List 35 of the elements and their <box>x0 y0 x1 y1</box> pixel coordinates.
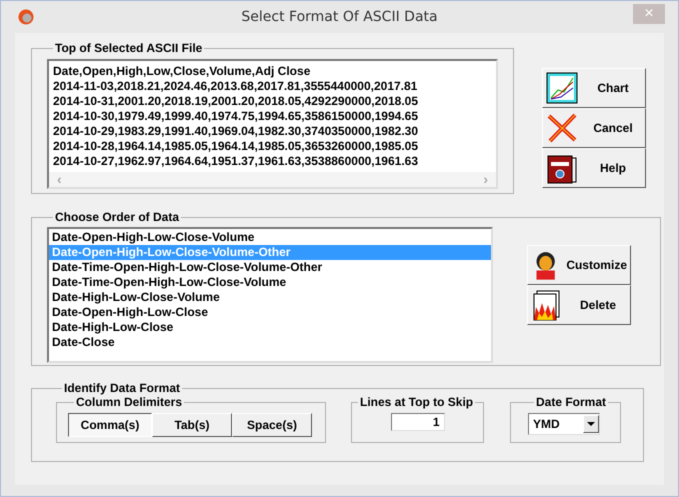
customize-button[interactable]: Customize <box>527 245 631 285</box>
file-line: Date,Open,High,Low,Close,Volume,Adj Close <box>53 64 312 79</box>
group-title: Choose Order of Data <box>54 210 180 224</box>
group-title: Identify Data Format <box>63 381 182 395</box>
list-item[interactable]: Date-High-Low-Close-Volume <box>49 290 491 305</box>
group-title: Column Delimiters <box>75 395 184 409</box>
lines-to-skip-field[interactable]: 1 <box>390 413 444 431</box>
group-title: Top of Selected ASCII File <box>54 41 204 55</box>
help-button[interactable]: Help <box>542 148 646 188</box>
delimiter-toggle[interactable]: Space(s) <box>232 413 312 437</box>
delimiter-toggle[interactable]: Comma(s) <box>68 413 152 437</box>
dropdown-arrow-icon <box>587 422 595 426</box>
file-line: 2014-10-29,1983.29,1991.40,1969.04,1982.30,3740350000,1982.30 <box>53 124 420 139</box>
group-title: Lines at Top to Skip <box>359 395 474 409</box>
list-item[interactable]: Date-Time-Open-High-Low-Close-Volume-Other <box>49 260 491 275</box>
delete-button[interactable]: Delete <box>527 285 631 325</box>
list-item[interactable]: Date-Open-High-Low-Close <box>49 305 491 320</box>
chart-icon <box>546 72 578 104</box>
cross-icon <box>546 112 578 144</box>
file-line: 2014-10-27,1962.97,1964.64,1951.37,1961.63,3538860000,1961.63 <box>53 154 420 169</box>
file-line: 2014-11-03,2018.21,2024.46,2013.68,2017.81,3555440000,2017.81 <box>53 79 418 94</box>
list-item[interactable]: Date-Time-Open-High-Low-Close-Volume <box>49 275 491 290</box>
file-line: 2014-10-28,1964.14,1985.05,1964.14,1985.05,3653260000,1985.05 <box>53 139 420 154</box>
app-icon <box>18 9 34 25</box>
file-line: 2014-10-31,2001.20,2018.19,2001.20,2018.05,4292290000,2018.05 <box>53 94 420 109</box>
list-item[interactable]: Date-High-Low-Close <box>49 320 491 335</box>
chart-button[interactable]: Chart <box>542 68 646 108</box>
list-item[interactable]: Date-Open-High-Low-Close-Volume <box>49 230 491 245</box>
file-line: 2014-10-30,1979.49,1999.40,1974.75,1994.65,3586150000,1994.65 <box>53 109 420 124</box>
list-item[interactable]: Date-Close <box>49 335 491 350</box>
cancel-button[interactable]: Cancel <box>542 108 646 148</box>
date-format-dropdown[interactable]: YMD <box>528 413 600 435</box>
window-title: Select Format Of ASCII Data <box>241 9 438 25</box>
group-title: Date Format <box>535 395 608 409</box>
delimiter-toggle[interactable]: Tab(s) <box>152 413 232 437</box>
